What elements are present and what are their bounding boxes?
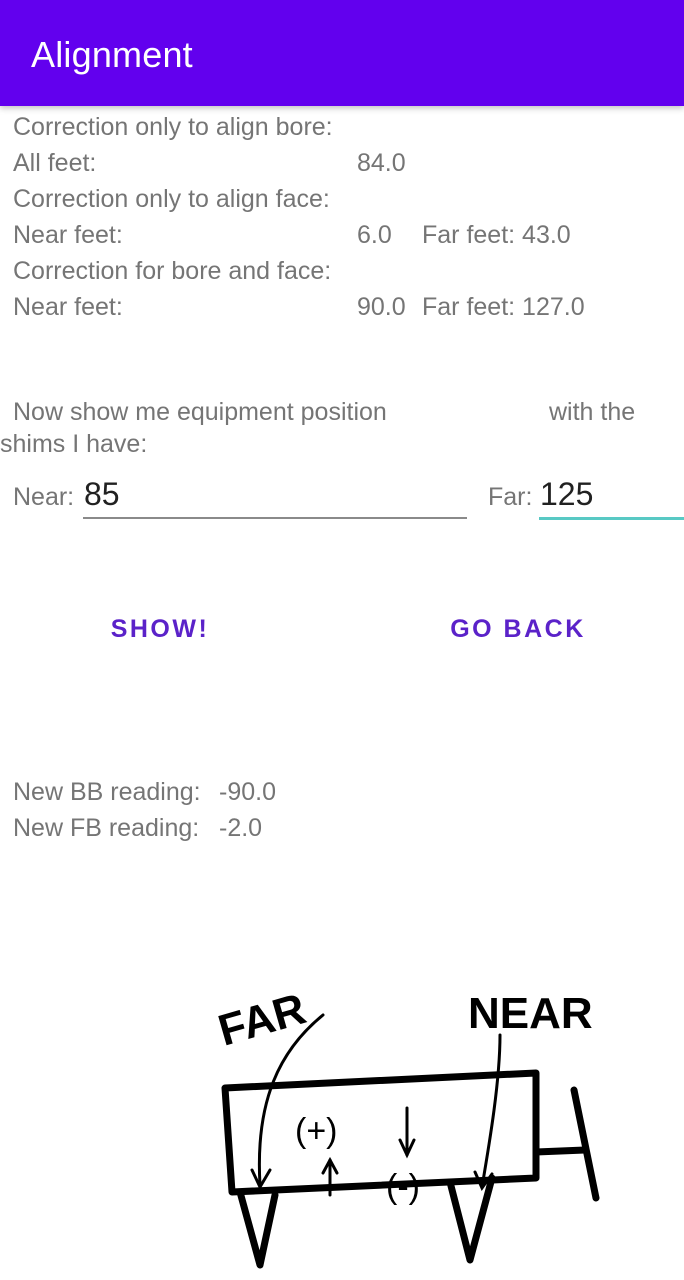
shaft <box>532 1146 589 1156</box>
far-label: FAR <box>213 984 311 1055</box>
bb-reading-label: New BB reading: <box>13 778 201 806</box>
far-input-underline <box>539 517 684 520</box>
far-foot <box>236 1188 279 1269</box>
bore-heading: Correction only to align bore: <box>13 113 333 141</box>
face-near-value: 6.0 <box>357 221 392 249</box>
face-far-text: Far feet: 43.0 <box>422 221 571 249</box>
near-label: NEAR <box>468 989 593 1038</box>
combined-near-value: 90.0 <box>357 293 406 321</box>
minus-label: (-) <box>386 1168 420 1206</box>
bore-all-feet-value: 84.0 <box>357 149 406 177</box>
app-title: Alignment <box>31 34 193 75</box>
near-input-underline <box>83 517 467 519</box>
near-input-label: Near: <box>13 483 75 511</box>
plus-label: (+) <box>295 1112 338 1150</box>
combined-near-label: Near feet: <box>13 293 123 321</box>
face-heading: Correction only to align face: <box>13 185 330 213</box>
prompt-line2: shims I have: <box>0 430 148 458</box>
fb-reading-value: -2.0 <box>219 814 263 842</box>
go-back-button[interactable]: GO BACK <box>418 604 618 654</box>
combined-heading: Correction for bore and face: <box>13 257 332 285</box>
fb-reading-label: New FB reading: <box>13 814 200 842</box>
bore-all-feet-label: All feet: <box>13 149 97 177</box>
equipment-diagram: FAR NEAR (+) (-) <box>213 984 600 1269</box>
show-button[interactable]: SHOW! <box>60 604 260 654</box>
near-input[interactable] <box>84 474 464 514</box>
near-arrow <box>480 1033 502 1189</box>
far-input[interactable] <box>540 474 680 514</box>
bb-reading-value: -90.0 <box>219 778 276 806</box>
app-bar: Alignment <box>0 0 684 106</box>
near-foot <box>446 1174 496 1264</box>
face-near-label: Near feet: <box>13 221 123 249</box>
coupling-line <box>570 1086 600 1202</box>
far-input-label: Far: <box>488 483 533 511</box>
combined-far-text: Far feet: 127.0 <box>422 293 585 321</box>
prompt-line1-right: with the <box>549 398 636 426</box>
prompt-line1-left: Now show me equipment position <box>13 398 387 426</box>
